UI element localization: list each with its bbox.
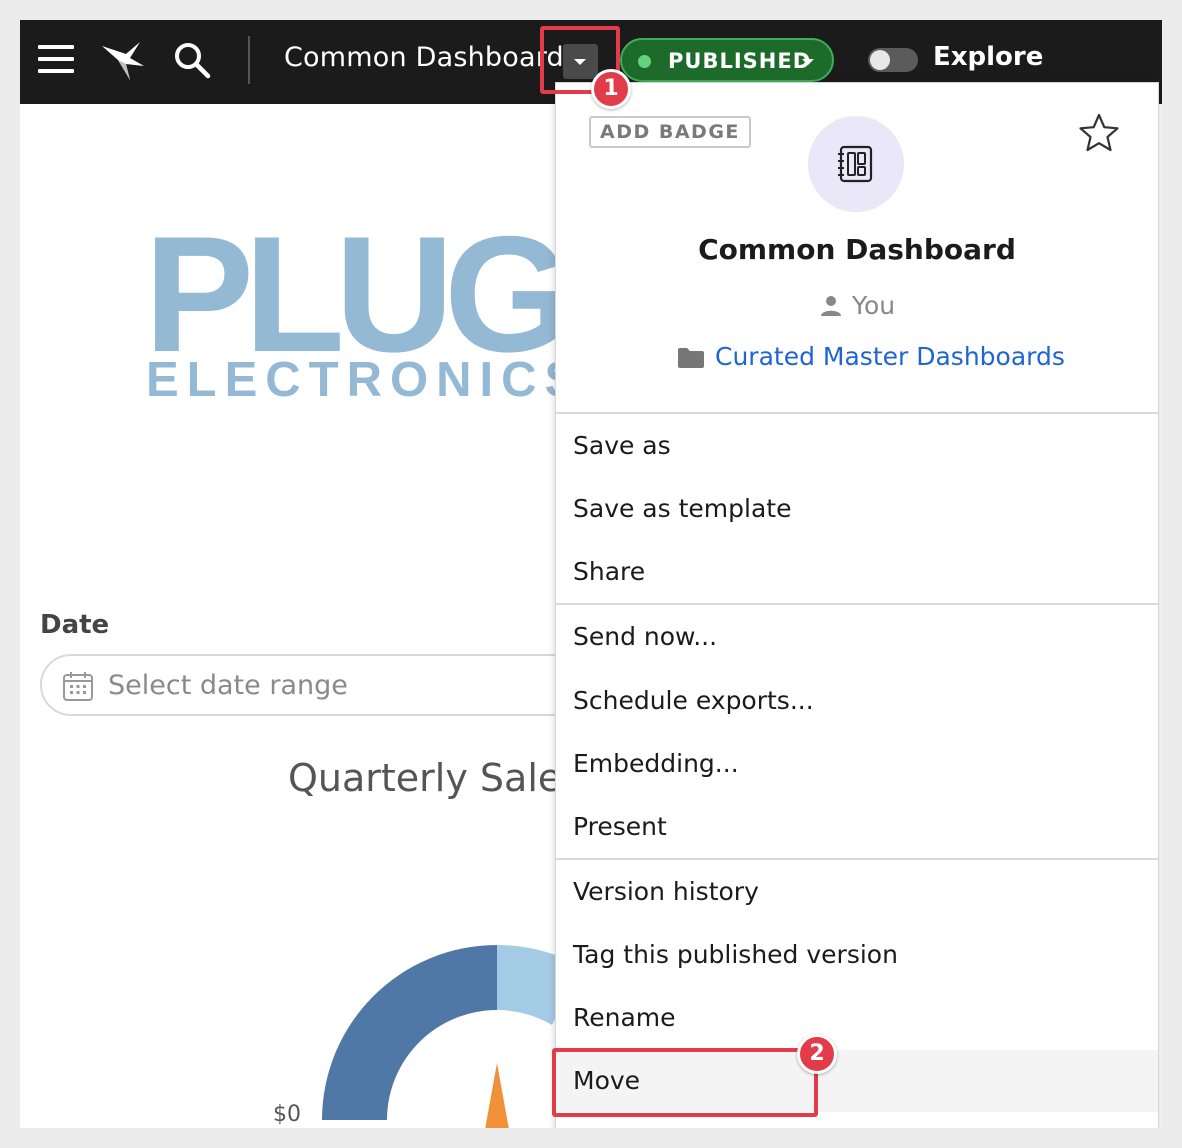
document-owner: You (820, 291, 895, 320)
menu-item-rename[interactable]: Rename (556, 987, 1158, 1049)
gauge-chart (322, 945, 582, 1128)
menu-item-present[interactable]: Present (556, 796, 1158, 858)
document-dropdown-menu: ADD BADGE Common Dashboard You Curated M… (555, 82, 1159, 1128)
gauge-axis-min-label: $0 (273, 1102, 301, 1127)
calendar-icon (63, 672, 93, 701)
menu-divider (556, 412, 1158, 414)
gauge-needle (485, 1063, 509, 1128)
gauge-segment-dark (322, 945, 497, 1120)
logo-sub-text: ELECTRONICS (146, 353, 586, 407)
callout-badge-step-2: 2 (797, 1034, 837, 1074)
star-icon[interactable] (1078, 112, 1120, 154)
folder-link[interactable]: Curated Master Dashboards (715, 342, 1065, 371)
date-range-placeholder: Select date range (108, 670, 348, 701)
search-icon[interactable] (173, 41, 211, 79)
document-owner-name: You (852, 291, 896, 320)
app-logo-icon[interactable] (100, 40, 146, 82)
menu-item-schedule-exports[interactable]: Schedule exports... (556, 670, 1158, 732)
menu-icon[interactable] (38, 45, 74, 75)
menu-item-embedding[interactable]: Embedding... (556, 733, 1158, 795)
app-frame: Common Dashboard PUBLISHED Explore PLUGS… (20, 20, 1162, 1128)
published-status-label: PUBLISHED (668, 49, 812, 73)
menu-item-tag-published-version[interactable]: Tag this published version (556, 924, 1158, 986)
menu-divider (556, 858, 1158, 860)
document-title[interactable]: Common Dashboard (284, 42, 564, 73)
menu-item-share[interactable]: Share (556, 541, 1158, 603)
folder-icon (678, 348, 704, 368)
top-bar-divider (248, 36, 250, 84)
date-filter-label: Date (40, 610, 110, 640)
document-avatar (808, 116, 904, 212)
add-badge-button[interactable]: ADD BADGE (589, 116, 751, 148)
menu-item-send-now[interactable]: Send now... (556, 606, 1158, 668)
menu-item-save-as-template[interactable]: Save as template (556, 478, 1158, 540)
menu-document-title: Common Dashboard (698, 233, 1016, 266)
explore-label: Explore (933, 42, 1044, 72)
chart-title: Quarterly Sales (288, 756, 582, 800)
callout-highlight-step-2 (552, 1048, 818, 1117)
status-dot-icon (638, 55, 651, 68)
document-folder: Curated Master Dashboards (677, 342, 1065, 371)
explore-toggle[interactable] (868, 48, 918, 72)
date-range-input[interactable]: Select date range (40, 654, 600, 716)
chevron-down-icon (802, 59, 814, 65)
callout-badge-step-1: 1 (591, 69, 631, 109)
dashboard-document-icon (838, 145, 873, 183)
person-icon (821, 296, 841, 316)
menu-item-version-history[interactable]: Version history (556, 861, 1158, 923)
menu-item-save-as[interactable]: Save as (556, 415, 1158, 477)
menu-divider (556, 603, 1158, 605)
published-status-button[interactable]: PUBLISHED (620, 38, 834, 82)
